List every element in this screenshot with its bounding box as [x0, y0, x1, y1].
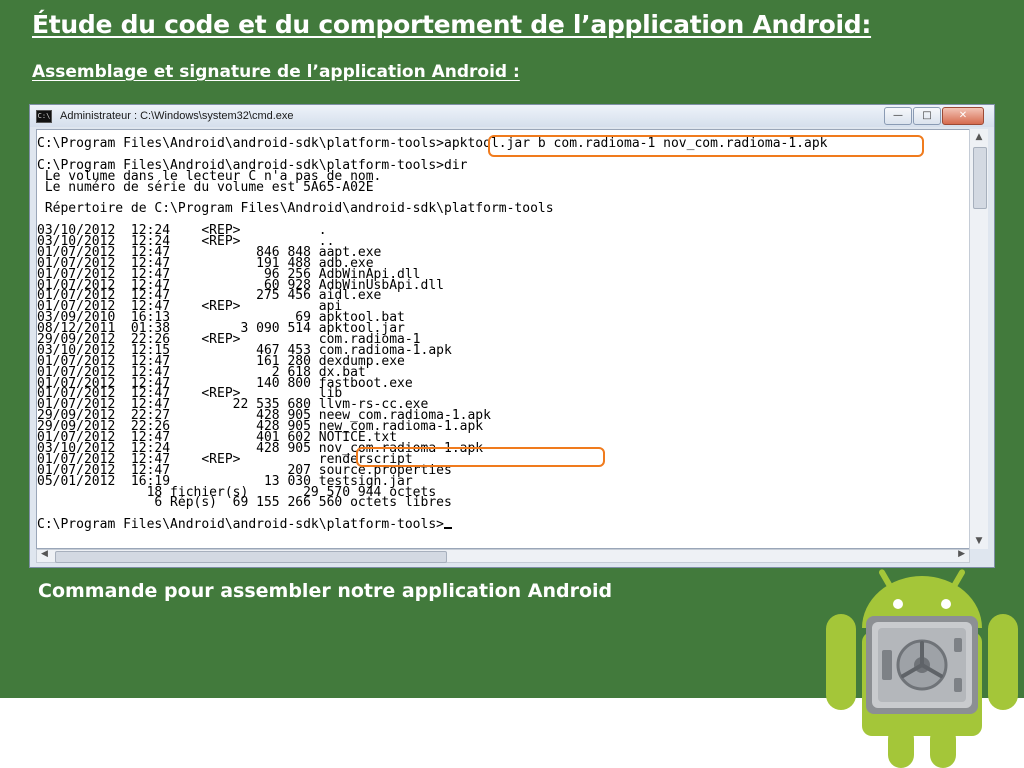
cmd-icon: C:\: [36, 109, 52, 123]
scroll-down-arrow-icon[interactable]: ▼: [970, 533, 988, 549]
console-line: Répertoire de C:\Program Files\Android\a…: [37, 201, 554, 217]
console-lines: C:\Program Files\Android\android-sdk\pla…: [37, 130, 969, 531]
vertical-scrollbar[interactable]: ▲ ▼: [969, 129, 988, 549]
window-controls: — □ ✕: [883, 107, 984, 125]
scroll-right-arrow-icon[interactable]: ▶: [958, 549, 965, 559]
console-line: Le numéro de série du volume est 5A65-A0…: [37, 179, 374, 195]
window-titlebar[interactable]: C:\ Administrateur : C:\Windows\system32…: [30, 105, 994, 127]
slide-title: Étude du code et du comportement de l’ap…: [32, 10, 872, 39]
maximize-button[interactable]: □: [913, 107, 941, 125]
window-title: Administrateur : C:\Windows\system32\cmd…: [60, 110, 294, 122]
horizontal-scrollbar[interactable]: ◀ ▶: [36, 549, 970, 563]
slide-caption: Commande pour assembler notre applicatio…: [38, 580, 613, 602]
horizontal-scroll-thumb[interactable]: [55, 551, 447, 563]
close-button[interactable]: ✕: [942, 107, 984, 125]
scroll-up-arrow-icon[interactable]: ▲: [970, 129, 988, 145]
text-cursor: [444, 527, 452, 530]
scroll-left-arrow-icon[interactable]: ◀: [41, 549, 48, 559]
command-highlight: [488, 135, 924, 157]
console-line: 6 Rép(s) 69 155 266 560 octets libres: [37, 495, 452, 511]
output-file-highlight: [356, 447, 605, 467]
console-line: C:\Program Files\Android\android-sdk\pla…: [37, 518, 969, 531]
vertical-scroll-thumb[interactable]: [973, 147, 987, 209]
android-vault-icon: [826, 569, 1018, 768]
minimize-button[interactable]: —: [884, 107, 912, 125]
cmd-window: C:\ Administrateur : C:\Windows\system32…: [29, 104, 995, 568]
console-output[interactable]: C:\Program Files\Android\android-sdk\pla…: [36, 129, 970, 549]
slide-subtitle: Assemblage et signature de l’application…: [32, 62, 520, 82]
